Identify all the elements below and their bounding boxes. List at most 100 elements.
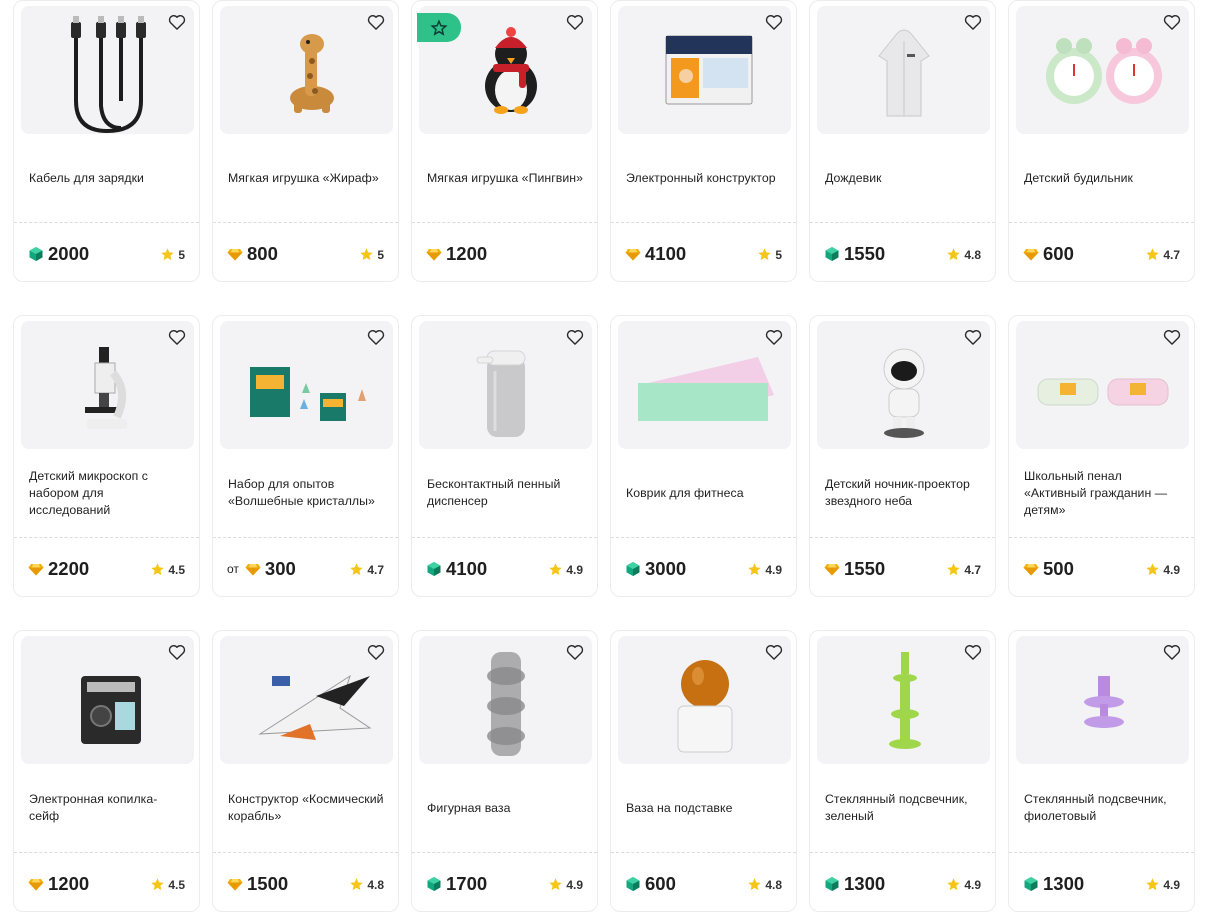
product-title[interactable]: Детский ночник-проектор звездного неба — [825, 449, 981, 537]
star-icon — [747, 877, 762, 892]
product-title[interactable]: Набор для опытов «Волшебные кристаллы» — [228, 449, 384, 537]
product-title[interactable]: Дождевик — [825, 134, 981, 222]
card-divider — [14, 852, 199, 853]
diamond-currency-icon — [824, 561, 840, 577]
product-rating: 4.9 — [747, 562, 782, 577]
favorite-heart-icon[interactable] — [366, 327, 386, 347]
favorite-heart-icon[interactable] — [963, 12, 983, 32]
diamond-currency-icon — [1023, 561, 1039, 577]
product-price: 1200 — [28, 873, 89, 895]
product-card[interactable]: Стеклянный подсвечник, зеленый 1300 4.9 — [809, 630, 996, 912]
favorite-heart-icon[interactable] — [366, 12, 386, 32]
price-value: 2200 — [48, 558, 90, 579]
card-divider — [1009, 537, 1194, 538]
product-price: 3000 — [625, 558, 686, 580]
product-rating: 4.9 — [1145, 562, 1180, 577]
card-divider — [213, 222, 398, 223]
gem-currency-icon — [625, 561, 641, 577]
product-card[interactable]: Коврик для фитнеса 3000 4.9 — [610, 315, 797, 597]
star-icon — [747, 562, 762, 577]
favorite-heart-icon[interactable] — [764, 642, 784, 662]
product-card[interactable]: Кабель для зарядки 2000 5 — [13, 0, 200, 282]
product-price: 800 — [227, 243, 278, 265]
card-divider — [213, 537, 398, 538]
rating-value: 4.9 — [1163, 562, 1180, 577]
product-card[interactable]: Детский микроскоп с набором для исследов… — [13, 315, 200, 597]
favorite-heart-icon[interactable] — [1162, 327, 1182, 347]
product-title[interactable]: Детский будильник — [1024, 134, 1180, 222]
product-card[interactable]: Детский ночник-проектор звездного неба 1… — [809, 315, 996, 597]
diamond-currency-icon — [625, 246, 641, 262]
product-title[interactable]: Детский микроскоп с набором для исследов… — [29, 449, 185, 537]
price-value: 1300 — [844, 873, 886, 894]
rating-value: 4.9 — [1163, 877, 1180, 892]
rating-value: 5 — [775, 247, 782, 262]
rating-value: 4.7 — [367, 562, 384, 577]
product-card[interactable]: Конструктор «Космический корабль» 1500 4… — [212, 630, 399, 912]
favorite-heart-icon[interactable] — [963, 327, 983, 347]
product-title[interactable]: Фигурная ваза — [427, 764, 583, 852]
favorite-heart-icon[interactable] — [366, 642, 386, 662]
favorite-heart-icon[interactable] — [764, 327, 784, 347]
star-icon — [946, 877, 961, 892]
product-title[interactable]: Ваза на подставке — [626, 764, 782, 852]
product-rating: 5 — [160, 247, 185, 262]
price-value: 1200 — [446, 243, 488, 264]
product-price: 1200 — [426, 243, 487, 265]
product-title[interactable]: Конструктор «Космический корабль» — [228, 764, 384, 852]
star-icon — [160, 247, 175, 262]
product-card[interactable]: Электронный конструктор 4100 5 — [610, 0, 797, 282]
product-card[interactable]: Мягкая игрушка «Жираф» 800 5 — [212, 0, 399, 282]
product-title[interactable]: Мягкая игрушка «Жираф» — [228, 134, 384, 222]
card-divider — [611, 222, 796, 223]
product-title[interactable]: Мягкая игрушка «Пингвин» — [427, 134, 583, 222]
product-card[interactable]: Школьный пенал «Активный гражданин — дет… — [1008, 315, 1195, 597]
product-price: 4100 — [625, 243, 686, 265]
card-divider — [810, 222, 995, 223]
price-value: 4100 — [645, 243, 687, 264]
favorite-heart-icon[interactable] — [565, 642, 585, 662]
product-rating: 4.9 — [1145, 877, 1180, 892]
product-title[interactable]: Кабель для зарядки — [29, 134, 185, 222]
product-card[interactable]: Стеклянный подсвечник, фиолетовый 1300 4… — [1008, 630, 1195, 912]
favorite-heart-icon[interactable] — [167, 12, 187, 32]
product-title[interactable]: Электронный конструктор — [626, 134, 782, 222]
product-card[interactable]: Бесконтактный пенный диспенсер 4100 4.9 — [411, 315, 598, 597]
product-price: 4100 — [426, 558, 487, 580]
product-title[interactable]: Школьный пенал «Активный гражданин — дет… — [1024, 449, 1180, 537]
product-card[interactable]: Фигурная ваза 1700 4.9 — [411, 630, 598, 912]
favorite-heart-icon[interactable] — [764, 12, 784, 32]
favorite-heart-icon[interactable] — [1162, 642, 1182, 662]
product-card[interactable]: Набор для опытов «Волшебные кристаллы» о… — [212, 315, 399, 597]
product-title[interactable]: Стеклянный подсвечник, зеленый — [825, 764, 981, 852]
product-title[interactable]: Бесконтактный пенный диспенсер — [427, 449, 583, 537]
favorite-heart-icon[interactable] — [565, 327, 585, 347]
card-divider — [1009, 222, 1194, 223]
product-card[interactable]: Дождевик 1550 4.8 — [809, 0, 996, 282]
rating-value: 4.9 — [566, 877, 583, 892]
star-icon — [548, 877, 563, 892]
diamond-currency-icon — [426, 246, 442, 262]
product-card[interactable]: Детский будильник 600 4.7 — [1008, 0, 1195, 282]
product-title[interactable]: Стеклянный подсвечник, фиолетовый — [1024, 764, 1180, 852]
product-rating: 4.7 — [1145, 247, 1180, 262]
diamond-currency-icon — [1023, 246, 1039, 262]
product-card[interactable]: Мягкая игрушка «Пингвин» 1200 — [411, 0, 598, 282]
product-card[interactable]: Ваза на подставке 600 4.8 — [610, 630, 797, 912]
rating-value: 5 — [377, 247, 384, 262]
product-price: 600 — [625, 873, 676, 895]
product-title[interactable]: Электронная копилка-сейф — [29, 764, 185, 852]
card-divider — [213, 852, 398, 853]
favorite-heart-icon[interactable] — [565, 12, 585, 32]
rating-value: 5 — [178, 247, 185, 262]
star-icon — [1145, 877, 1160, 892]
favorite-heart-icon[interactable] — [1162, 12, 1182, 32]
product-card[interactable]: Электронная копилка-сейф 1200 4.5 — [13, 630, 200, 912]
diamond-currency-icon — [28, 561, 44, 577]
product-price: 1500 — [227, 873, 288, 895]
product-title[interactable]: Коврик для фитнеса — [626, 449, 782, 537]
favorite-heart-icon[interactable] — [167, 327, 187, 347]
favorite-heart-icon[interactable] — [167, 642, 187, 662]
favorite-heart-icon[interactable] — [963, 642, 983, 662]
gem-currency-icon — [1023, 876, 1039, 892]
